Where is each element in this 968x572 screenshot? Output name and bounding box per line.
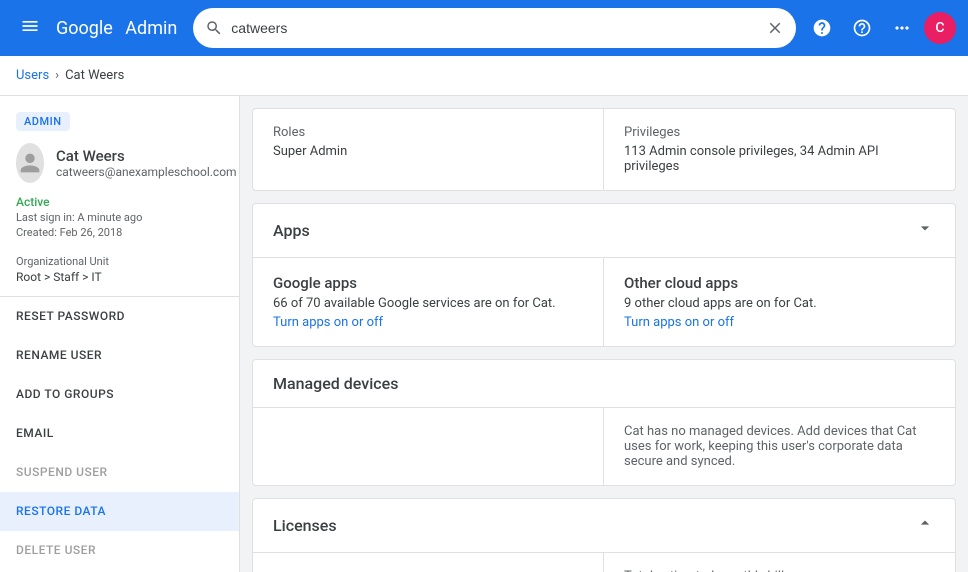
user-info: Cat Weers catweers@anexampleschool.com	[56, 147, 237, 179]
search-icon	[205, 19, 223, 37]
breadcrumb: Users › Cat Weers	[0, 56, 968, 96]
sidebar-action-reset-password[interactable]: RESET PASSWORD	[0, 297, 239, 336]
managed-devices-card: Managed devices Cat has no managed devic…	[252, 359, 956, 486]
google-apps-desc: 66 of 70 available Google services are o…	[273, 296, 583, 311]
licenses-content: 3 licenses assigned G Suite for Educatio…	[253, 553, 955, 572]
sidebar-action-delete-user[interactable]: DELETE USER	[0, 531, 239, 570]
privileges-label: Privileges	[624, 125, 935, 140]
sidebar-action-restore-data[interactable]: RESTORE DATA	[0, 492, 239, 531]
licenses-bill-col: Total estimated monthly bill -	[604, 553, 955, 572]
apps-card-header: Apps	[253, 204, 955, 258]
user-status: Active Last sign in: A minute ago Create…	[0, 195, 239, 247]
sidebar-action-rename-user[interactable]: RENAME USER	[0, 336, 239, 375]
apps-collapse-icon[interactable]	[915, 218, 935, 243]
sidebar-action-add-to-groups[interactable]: ADD TO GROUPS	[0, 375, 239, 414]
other-cloud-label: Other cloud apps	[624, 274, 935, 292]
logo-admin: Admin	[125, 18, 177, 39]
user-display-name: Cat Weers	[56, 147, 237, 165]
sidebar-action-email[interactable]: EMAIL	[0, 414, 239, 453]
menu-icon[interactable]	[12, 8, 48, 49]
apps-title: Apps	[273, 221, 310, 240]
breadcrumb-current: Cat Weers	[65, 68, 124, 83]
org-unit-label: Organizational Unit	[16, 255, 223, 268]
app-logo: Google Admin	[56, 18, 177, 39]
user-email: catweers@anexampleschool.com	[56, 165, 237, 179]
user-avatar-btn[interactable]: C	[924, 12, 956, 44]
managed-devices-empty-col	[253, 408, 604, 485]
managed-devices-desc-col: Cat has no managed devices. Add devices …	[604, 408, 955, 485]
licenses-title: Licenses	[273, 516, 337, 535]
user-avatar	[16, 143, 44, 183]
org-unit: Organizational Unit Root > Staff > IT	[0, 247, 239, 297]
status-active-label: Active	[16, 195, 223, 209]
roles-label: Roles	[273, 125, 583, 140]
managed-devices-content: Cat has no managed devices. Add devices …	[253, 408, 955, 485]
roles-privileges-section: Roles Super Admin Privileges 113 Admin c…	[253, 109, 955, 190]
managed-devices-description: Cat has no managed devices. Add devices …	[624, 424, 935, 469]
breadcrumb-users-link[interactable]: Users	[16, 68, 49, 83]
apps-content: Google apps 66 of 70 available Google se…	[253, 258, 955, 346]
google-apps-col: Google apps 66 of 70 available Google se…	[253, 258, 604, 346]
roles-col: Roles Super Admin	[253, 109, 604, 190]
admin-badge: ADMIN	[16, 112, 70, 131]
last-signin: Last sign in: A minute ago	[16, 211, 223, 224]
logo-google: Google	[56, 18, 113, 39]
other-cloud-desc: 9 other cloud apps are on for Cat.	[624, 296, 935, 311]
other-cloud-col: Other cloud apps 9 other cloud apps are …	[604, 258, 955, 346]
help-icon-btn[interactable]	[844, 10, 880, 46]
main-layout: ADMIN Cat Weers catweers@anexampleschool…	[0, 96, 968, 572]
apps-grid-icon-btn[interactable]	[884, 10, 920, 46]
privileges-value: 113 Admin console privileges, 34 Admin A…	[624, 144, 935, 174]
sidebar-action-suspend-user[interactable]: SUSPEND USER	[0, 453, 239, 492]
app-header: Google Admin C	[0, 0, 968, 56]
search-clear-icon[interactable]	[766, 19, 784, 37]
managed-devices-title: Managed devices	[273, 374, 398, 393]
managed-devices-header: Managed devices	[253, 360, 955, 408]
licenses-collapse-icon[interactable]	[915, 513, 935, 538]
roles-value: Super Admin	[273, 144, 583, 159]
licenses-assigned-col: 3 licenses assigned G Suite for Educatio…	[253, 553, 604, 572]
licenses-card: Licenses 3 licenses assigned G Suite for…	[252, 498, 956, 572]
licenses-header: Licenses	[253, 499, 955, 553]
created-date: Created: Feb 26, 2018	[16, 226, 223, 239]
search-input[interactable]	[231, 20, 758, 36]
google-apps-label: Google apps	[273, 274, 583, 292]
breadcrumb-separator: ›	[55, 68, 59, 83]
roles-card: Roles Super Admin Privileges 113 Admin c…	[252, 108, 956, 191]
support-icon-btn[interactable]	[804, 10, 840, 46]
sidebar: ADMIN Cat Weers catweers@anexampleschool…	[0, 96, 240, 572]
content-area: Roles Super Admin Privileges 113 Admin c…	[240, 96, 968, 572]
search-bar	[193, 8, 796, 48]
org-unit-path: Root > Staff > IT	[16, 270, 223, 284]
google-apps-link[interactable]: Turn apps on or off	[273, 315, 583, 330]
apps-card: Apps Google apps 66 of 70 available Goog…	[252, 203, 956, 347]
header-actions: C	[804, 10, 956, 46]
user-profile: Cat Weers catweers@anexampleschool.com	[0, 143, 239, 195]
other-cloud-link[interactable]: Turn apps on or off	[624, 315, 935, 330]
privileges-col: Privileges 113 Admin console privileges,…	[604, 109, 955, 190]
